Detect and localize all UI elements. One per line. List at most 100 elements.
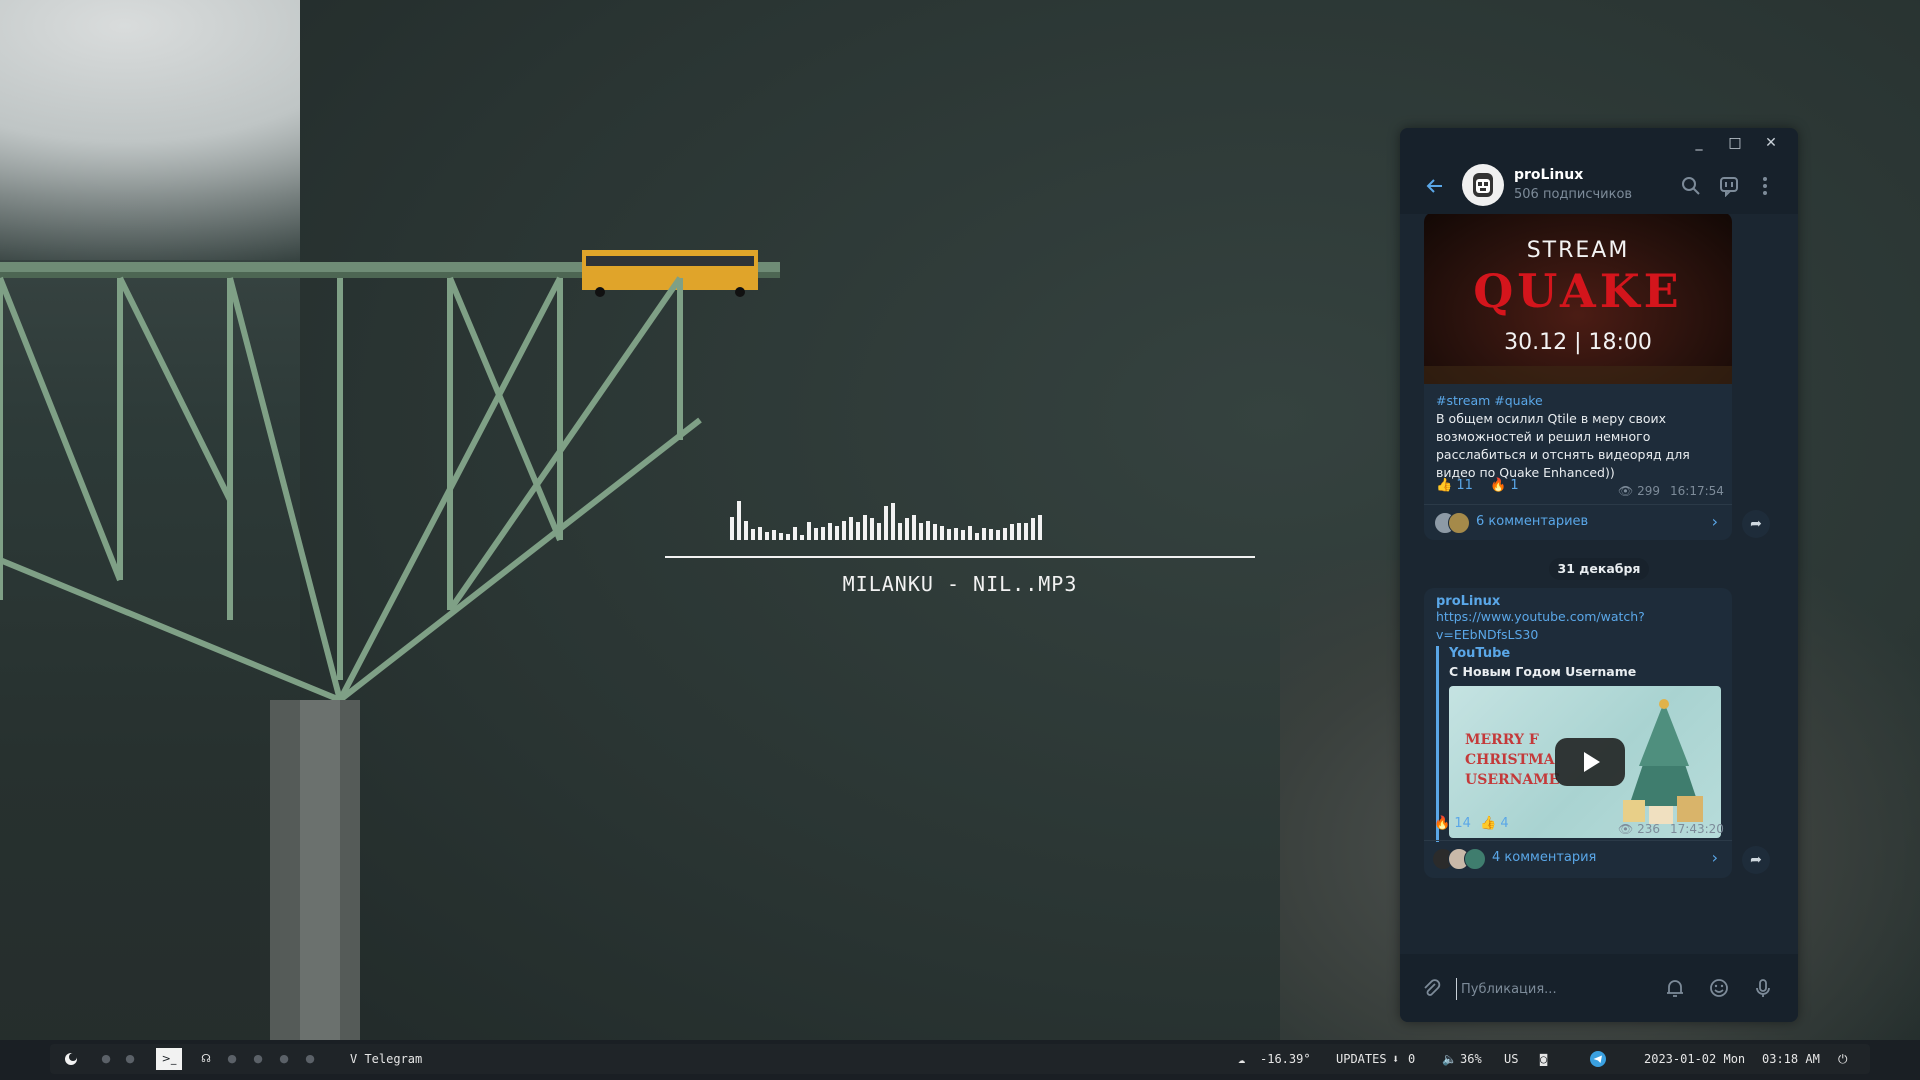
poster-date: 30.12 | 18:00 [1504,330,1652,355]
visualizer-bar [975,533,979,540]
thumbnail-line: USERNAME [1465,772,1560,788]
visualizer-bar [1010,524,1014,540]
christmas-tree-icon [1623,699,1703,824]
microphone-icon[interactable] [1752,977,1774,999]
reaction-emoji: 👍 [1480,816,1497,831]
channel-avatar[interactable] [1462,164,1504,206]
search-icon[interactable] [1680,175,1702,197]
minimize-button[interactable]: _ [1690,134,1708,152]
bell-icon[interactable] [1664,977,1686,999]
visualizer-bar [730,517,734,540]
telegram-tray-icon[interactable] [1590,1051,1606,1067]
channel-post: proLinux https://www.youtube.com/watch? … [1424,588,1732,878]
updates-icon: ⬇ [1392,1052,1400,1066]
screenshot-icon[interactable]: ◙ [1540,1044,1547,1074]
visualizer-bar [996,530,1000,540]
poster-stream-text: STREAM [1526,238,1630,263]
stream-poster-image[interactable]: STREAM QUAKE 30.12 | 18:00 [1424,214,1732,384]
subscriber-count: 506 подписчиков [1514,187,1633,202]
visualizer-bar [828,523,832,540]
close-button[interactable]: ✕ [1762,134,1780,152]
maximize-button[interactable]: □ [1726,134,1744,152]
visualizer-bar [842,521,846,540]
chat-header: proLinux 506 подписчиков [1400,158,1798,214]
youtube-link[interactable]: https://www.youtube.com/watch? v=EEbNDfs… [1436,608,1724,644]
visualizer-bar [758,527,762,540]
workspace-active[interactable]: >_ [156,1048,182,1070]
visualizer-bar [856,522,860,540]
paperclip-icon[interactable] [1420,977,1442,999]
reaction-thumbs-up[interactable]: 👍 4 [1480,816,1509,831]
visualizer-bar [884,506,888,540]
workspace-2[interactable]: ● [122,1051,138,1067]
visualizer-bar [877,523,881,540]
post-time: 16:17:54 [1670,484,1724,498]
penguin-mascot-icon [1473,173,1493,197]
visualizer-bar [919,523,923,540]
back-arrow-icon[interactable] [1424,175,1446,197]
volume-icon[interactable]: 🔈 [1442,1044,1457,1074]
post-views: 👁 236 [1618,822,1660,836]
visualizer-bar [926,521,930,540]
eye-icon: 👁 [1618,822,1634,836]
post-views: 👁 299 [1618,484,1660,498]
emoji-icon[interactable] [1708,977,1730,999]
updates-label[interactable]: UPDATES [1336,1044,1387,1074]
post-time: 17:43:20 [1670,822,1724,836]
visualizer-bar [989,529,993,540]
keyboard-layout[interactable]: US [1504,1044,1518,1074]
reaction-thumbs-up[interactable]: 👍 11 [1436,478,1473,493]
play-button[interactable] [1555,738,1625,786]
post-sender[interactable]: proLinux [1436,594,1500,609]
post-body: В общем осилил Qtile в меру своих возмож… [1436,411,1690,480]
volume-level[interactable]: 36% [1460,1044,1482,1074]
visualizer-bar [870,518,874,540]
poster-hud-strip [1424,366,1732,384]
workspace-8[interactable]: ● [302,1051,318,1067]
visualizer-bar [835,526,839,540]
visualizer-bar [821,527,825,540]
visualizer-bar [1031,518,1035,540]
reaction-emoji: 👍 [1436,478,1453,493]
workspace-7[interactable]: ● [276,1051,292,1067]
visualizer-bar [905,518,909,540]
comments-button[interactable]: 6 комментариев › [1424,504,1732,540]
youtube-link-line1: https://www.youtube.com/watch? [1436,609,1645,624]
comments-button[interactable]: 4 комментария › [1424,840,1732,876]
visualizer-bar [947,529,951,540]
post-hashtags[interactable]: #stream #quake [1436,392,1724,410]
publication-input[interactable] [1456,978,1663,1000]
status-bar-inner: ● ● >_ ☊ ● ● ● ● V Telegram ☁ -16.39° UP… [50,1044,1870,1074]
visualizer-bar [737,501,741,540]
channel-name[interactable]: proLinux [1514,167,1583,183]
window-title: V Telegram [350,1052,423,1066]
message-list[interactable]: proLinux STREAM QUAKE 30.12 | 18:00 #str… [1400,214,1798,954]
visualizer-bar [863,515,867,540]
date-display: 2023-01-02 Mon [1644,1052,1746,1066]
date-divider: 31 декабря [1549,558,1649,580]
clock: 03:18 AM [1762,1052,1820,1066]
visualizer-bar [1003,528,1007,540]
distro-logo-icon[interactable] [64,1052,78,1066]
chevron-right-icon: › [1711,848,1718,867]
visualizer-bar [898,523,902,540]
discussion-icon[interactable] [1718,175,1740,197]
workspace-6[interactable]: ● [250,1051,266,1067]
workspace-5[interactable]: ● [224,1051,240,1067]
thumbnail-line: MERRY F [1465,732,1539,748]
headphones-icon[interactable]: ☊ [198,1051,214,1067]
reaction-count: 4 [1500,816,1509,831]
power-icon[interactable]: ⏻ [1838,1044,1848,1074]
poster-quake-logo: QUAKE [1473,264,1683,318]
reaction-fire[interactable]: 🔥 14 [1434,816,1471,831]
reaction-fire[interactable]: 🔥 1 [1490,478,1519,493]
share-button[interactable]: ➦ [1742,846,1770,874]
link-preview[interactable]: YouTube С Новым Годом Username MERRY F C… [1436,646,1731,842]
more-menu-icon[interactable] [1754,175,1776,197]
share-button[interactable]: ➦ [1742,510,1770,538]
workspace-1[interactable]: ● [98,1051,114,1067]
channel-post: proLinux STREAM QUAKE 30.12 | 18:00 #str… [1424,214,1732,540]
reaction-count: 11 [1456,478,1473,493]
visualizer-bar [1024,523,1028,540]
visualizer-bar [940,526,944,540]
